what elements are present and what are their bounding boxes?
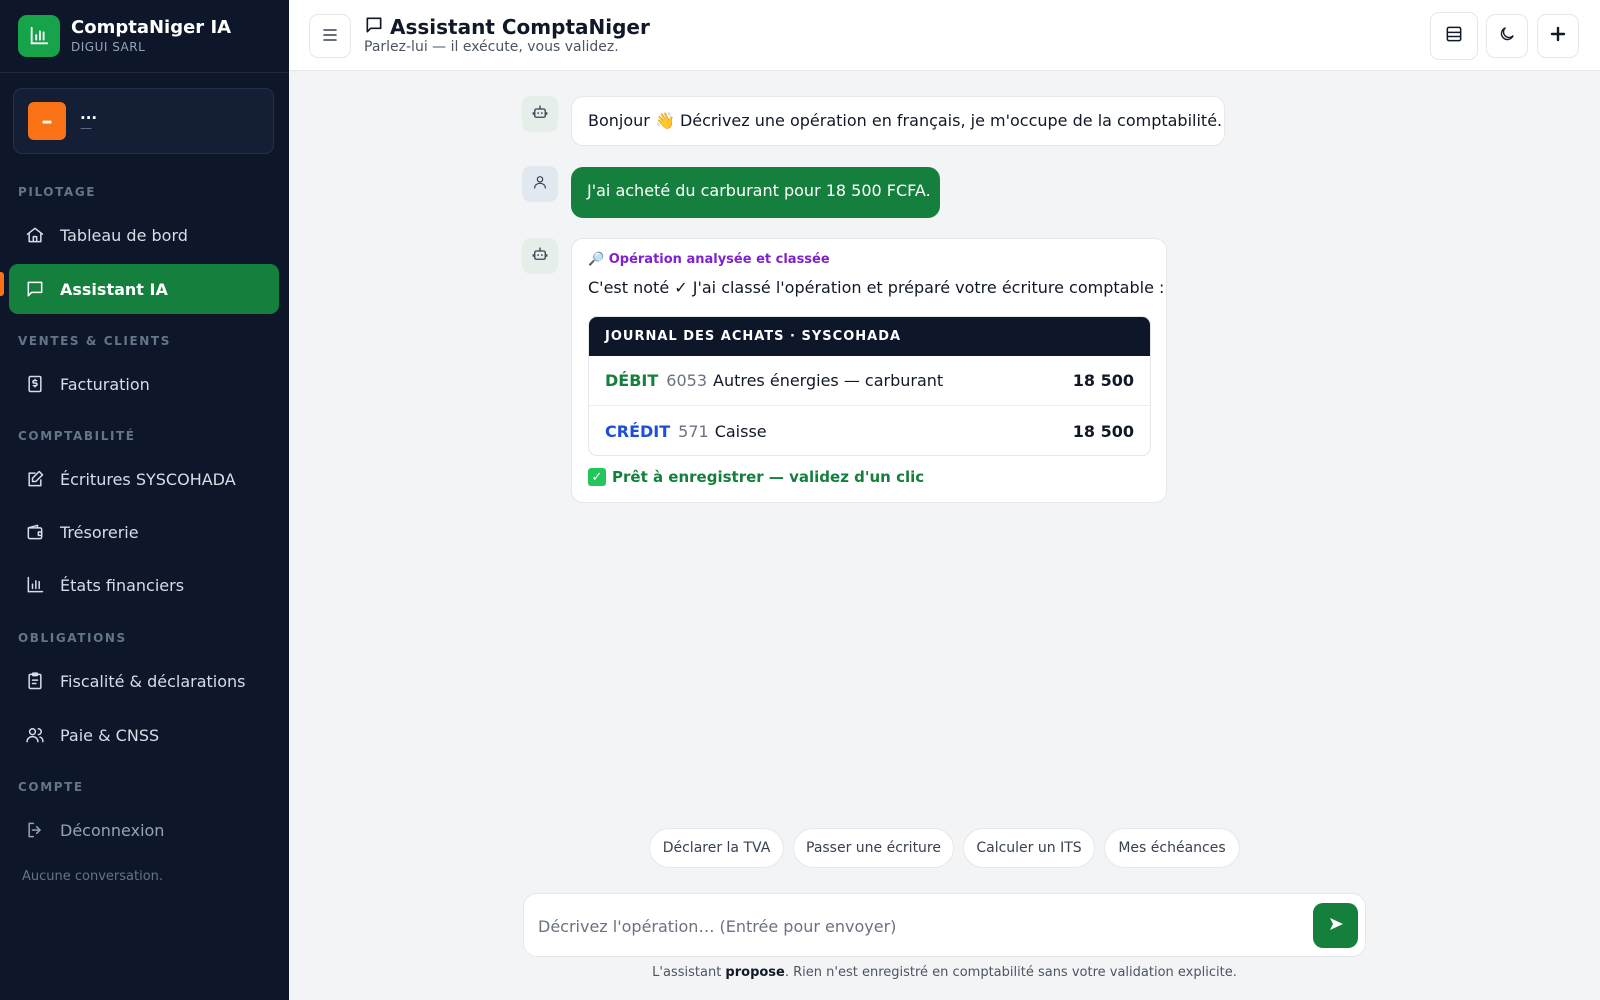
sidebar-item-facturation[interactable]: Facturation (9, 359, 279, 409)
title-row: Assistant ComptaNiger (364, 15, 650, 39)
validate-entry-link[interactable]: ✓ Prêt à enregistrer — validez d'un clic (588, 468, 924, 486)
section-pilotage: PILOTAGE (18, 185, 97, 199)
page-subtitle: Parlez-lui — il exécute, vous validez. (364, 39, 619, 55)
sidebar-item-label: Écritures SYSCOHADA (60, 469, 236, 489)
journal-title: JOURNAL DES ACHATS · SYSCOHADA (589, 317, 1150, 356)
entry-type: DÉBIT (605, 371, 659, 390)
message-input[interactable] (538, 908, 1278, 944)
company-name: DIGUI SARL (71, 40, 146, 54)
analysis-tag: 🔎 Opération analysée et classée (588, 252, 830, 267)
send-icon (1328, 916, 1344, 936)
logout-icon (25, 820, 45, 840)
sidebar-item-fiscalite[interactable]: Fiscalité & déclarations (9, 656, 279, 706)
disclaimer-emphasis: propose (725, 965, 785, 980)
bot-message-analysis: 🔎 Opération analysée et classée C'est no… (571, 238, 1167, 503)
invoice-icon (25, 374, 45, 394)
check-icon: ✓ (588, 468, 606, 486)
entry-type: CRÉDIT (605, 421, 671, 441)
sidebar-item-label: Tableau de bord (60, 225, 188, 245)
app-name: ComptaNiger IA (71, 17, 232, 38)
sidebar-item-label: Paie & CNSS (60, 725, 160, 745)
sidebar-item-label: Trésorerie (60, 522, 139, 542)
user-message-text: J'ai acheté du carburant pour 18 500 FCF… (587, 181, 931, 200)
menu-toggle-button[interactable] (309, 14, 351, 58)
sidebar-item-label: Assistant IA (60, 279, 168, 299)
layout-button[interactable] (1430, 12, 1478, 60)
sidebar: ComptaNiger IA DIGUI SARL – ... — PILOTA… (0, 0, 289, 1000)
sidebar-item-ecritures[interactable]: Écritures SYSCOHADA (9, 454, 279, 504)
journal-row-credit: CRÉDIT 571 Caisse 18 500 (589, 406, 1150, 455)
entry-amount: 18 500 (1072, 421, 1134, 441)
sidebar-item-deconnexion[interactable]: Déconnexion (9, 805, 279, 855)
disclaimer: L'assistant propose. Rien n'est enregist… (523, 965, 1366, 980)
brand: ComptaNiger IA DIGUI SARL (0, 0, 289, 73)
section-ventes: VENTES & CLIENTS (18, 334, 171, 348)
top-header: Assistant ComptaNiger Parlez-lui — il ex… (289, 0, 1600, 71)
chat-icon (364, 15, 384, 39)
bot-message-greeting: Bonjour 👋 Décrivez une opération en fran… (571, 96, 1225, 146)
sidebar-item-label: Déconnexion (60, 820, 165, 840)
account-label: Caisse (714, 421, 767, 441)
company-card-plan: — (80, 121, 92, 135)
send-button[interactable] (1313, 903, 1358, 948)
journal-entry-card: JOURNAL DES ACHATS · SYSCOHADA DÉBIT 605… (588, 316, 1151, 456)
robot-icon (531, 245, 549, 267)
home-icon (25, 225, 45, 245)
plus-icon (1550, 26, 1566, 46)
company-avatar: – (28, 102, 66, 140)
company-switcher[interactable]: – ... — (13, 88, 274, 154)
robot-icon (531, 103, 549, 125)
wallet-icon (25, 522, 45, 542)
account-label: Autres énergies — carburant (713, 371, 944, 390)
bar-chart-logo-icon (18, 15, 60, 57)
hamburger-icon (322, 27, 338, 46)
theme-toggle-button[interactable] (1486, 14, 1528, 58)
ready-text: Prêt à enregistrer — validez d'un clic (612, 468, 925, 486)
table-icon (1444, 24, 1464, 48)
clipboard-icon (25, 671, 45, 691)
entry-amount: 18 500 (1072, 371, 1134, 390)
suggestion-chip[interactable]: Mes échéances (1104, 828, 1240, 868)
section-obligations: OBLIGATIONS (18, 631, 127, 645)
empty-conversations: Aucune conversation. (22, 869, 164, 884)
sidebar-item-label: Fiscalité & déclarations (60, 671, 246, 691)
page-title: Assistant ComptaNiger (390, 15, 650, 39)
chat-icon (25, 279, 45, 299)
sidebar-item-tableau-de-bord[interactable]: Tableau de bord (9, 210, 279, 260)
sidebar-item-etats-financiers[interactable]: États financiers (9, 560, 279, 610)
suggestion-chip[interactable]: Déclarer la TVA (649, 828, 784, 868)
edit-icon (25, 469, 45, 489)
sidebar-item-tresorerie[interactable]: Trésorerie (9, 507, 279, 557)
new-conversation-button[interactable] (1537, 14, 1579, 58)
account-number: 571 (678, 421, 709, 441)
journal-row-debit: DÉBIT 6053 Autres énergies — carburant 1… (589, 356, 1150, 406)
user-icon (532, 174, 548, 194)
account-number: 6053 (666, 371, 707, 390)
disclaimer-suffix: . Rien n'est enregistré en comptabilité … (784, 965, 1237, 980)
user-message: J'ai acheté du carburant pour 18 500 FCF… (571, 167, 940, 218)
suggestion-chip[interactable]: Calculer un ITS (963, 828, 1095, 868)
disclaimer-prefix: L'assistant (652, 965, 726, 980)
company-card-name: ... (80, 105, 98, 123)
section-compta: COMPTABILITÉ (18, 429, 136, 443)
sidebar-item-paie[interactable]: Paie & CNSS (9, 710, 279, 760)
bot-avatar (522, 96, 558, 132)
sidebar-item-assistant-ia[interactable]: Assistant IA (9, 264, 279, 314)
greeting-text: Bonjour 👋 Décrivez une opération en fran… (588, 111, 1223, 130)
analysis-text: C'est noté ✓ J'ai classé l'opération et … (588, 278, 1165, 297)
user-avatar (522, 166, 558, 202)
sidebar-item-label: Facturation (60, 374, 150, 394)
moon-icon (1498, 25, 1516, 47)
sidebar-item-label: États financiers (60, 575, 185, 595)
suggestion-chip[interactable]: Passer une écriture (793, 828, 954, 868)
bot-avatar (522, 238, 558, 274)
active-indicator (0, 272, 4, 296)
section-compte: COMPTE (18, 780, 84, 794)
bar-chart-icon (25, 575, 45, 595)
users-icon (25, 725, 45, 745)
composer (523, 893, 1366, 957)
